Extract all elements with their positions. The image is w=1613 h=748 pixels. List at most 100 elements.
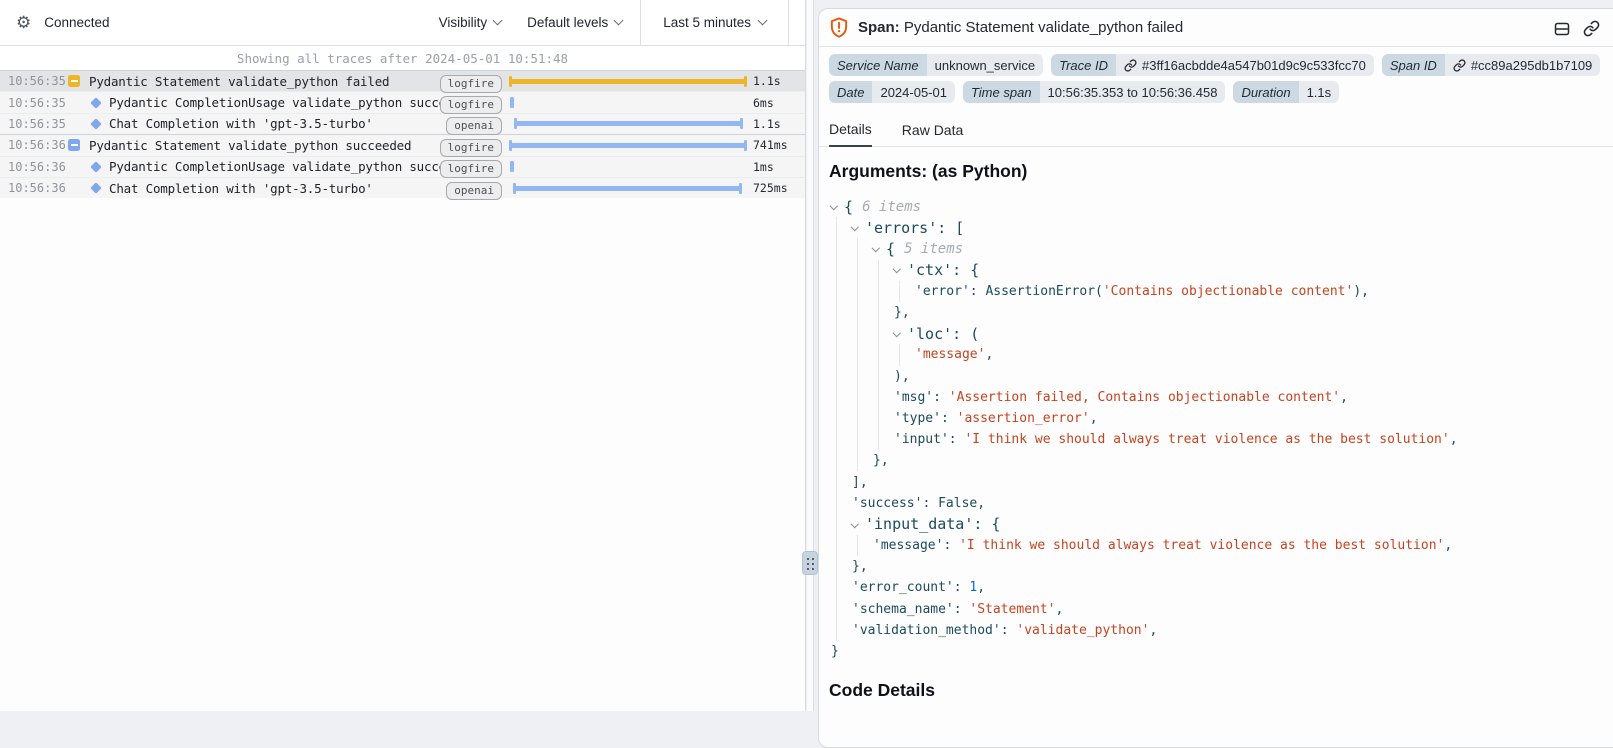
link-icon <box>1453 59 1466 72</box>
trace-row-tag: logfire <box>440 72 502 91</box>
trace-row-duration: 1ms <box>753 160 805 174</box>
expander-chevron-icon[interactable] <box>831 205 844 209</box>
arguments-heading: Arguments: (as Python) <box>829 161 1613 182</box>
copy-link-icon[interactable] <box>1583 20 1600 37</box>
code-line: 'input': 'I think we should always treat… <box>831 429 1613 450</box>
trace-row[interactable]: 10:56:36Chat Completion with 'gpt-3.5-tu… <box>0 177 805 198</box>
code-line: 'error': AssertionError('Contains object… <box>831 281 1613 302</box>
code-token: 6 items <box>862 199 921 215</box>
code-token: : <box>933 390 949 405</box>
indent-guide <box>836 556 852 577</box>
code-token: , <box>1444 538 1452 553</box>
badge-label: Service Name <box>829 54 927 76</box>
badge-label: Date <box>829 81 872 103</box>
code-line: 'loc': ( <box>831 323 1613 344</box>
code-token: : [ <box>937 219 964 237</box>
badge-span-id[interactable]: Span ID#cc89a295db1b7109 <box>1382 54 1600 76</box>
code-token: : AssertionError( <box>970 284 1103 299</box>
code-token: , <box>1090 411 1098 426</box>
indent-guide <box>857 408 873 429</box>
code-token: 'input' <box>894 432 949 447</box>
indent-guide <box>857 344 873 365</box>
code-token: : <box>954 580 970 595</box>
indent-guide <box>878 323 894 344</box>
default-levels-dropdown[interactable]: Default levels <box>527 15 622 30</box>
tag-pill: openai <box>446 117 502 135</box>
code-token: 'I think we should always treat violence… <box>959 538 1444 553</box>
span-diamond-icon <box>90 97 101 108</box>
badge-value-text: 1.1s <box>1307 85 1332 100</box>
indent-guide <box>836 323 852 344</box>
indent-guide <box>857 238 873 259</box>
badge-value: #cc89a295db1b7109 <box>1445 54 1600 76</box>
code-token: 'msg' <box>894 390 933 405</box>
code-line: 'message': 'I think we should always tre… <box>831 535 1613 556</box>
span-title: Span: Pydantic Statement validate_python… <box>858 19 1183 36</box>
badge-value: 1.1s <box>1299 81 1340 103</box>
badge-value-text: 2024-05-01 <box>880 85 947 100</box>
badge-trace-id[interactable]: Trace ID#3ff16acbdde4a547b01d9c9c533fcc7… <box>1051 54 1374 76</box>
code-token: : <box>922 496 938 511</box>
indent-guide <box>878 302 894 323</box>
tab-details[interactable]: Details <box>829 116 872 147</box>
tag-pill: logfire <box>440 139 502 157</box>
code-line: 'schema_name': 'Statement', <box>831 599 1613 620</box>
default-levels-label: Default levels <box>527 15 608 30</box>
collapse-minus-icon[interactable] <box>68 75 80 87</box>
indent-guide <box>857 450 873 471</box>
duration-bar <box>510 143 746 148</box>
code-token: 'Assertion failed, Contains objectionabl… <box>949 390 1340 405</box>
trace-row[interactable]: 10:56:36Pydantic CompletionUsage validat… <box>0 156 805 177</box>
code-token: 'ctx' <box>907 261 952 279</box>
traces-status-bar: Showing all traces after 2024-05-01 10:5… <box>0 46 805 70</box>
code-line: 'success': False, <box>831 493 1613 514</box>
code-token: 'input_data' <box>865 515 973 533</box>
code-token: : <box>1001 623 1017 638</box>
trace-row-timestamp: 10:56:36 <box>8 138 66 152</box>
code-line: 'error_count': 1, <box>831 577 1613 598</box>
trace-row-name: Pydantic CompletionUsage validate_python… <box>109 95 440 110</box>
code-token: }, <box>873 453 889 468</box>
indent-guide <box>857 429 873 450</box>
badge-value: #3ff16acbdde4a547b01d9c9c533fcc70 <box>1116 54 1374 76</box>
trace-row-name: Chat Completion with 'gpt-3.5-turbo' <box>109 181 373 196</box>
expander-chevron-icon[interactable] <box>894 332 907 336</box>
expander-chevron-icon[interactable] <box>852 523 865 527</box>
badge-value-text: #cc89a295db1b7109 <box>1471 58 1592 73</box>
trace-list: 10:56:35Pydantic Statement validate_pyth… <box>0 70 805 198</box>
code-token: 5 items <box>904 241 963 257</box>
badge-row: Service Nameunknown_serviceTrace ID#3ff1… <box>829 54 1613 76</box>
panel-layout-icon[interactable] <box>1554 21 1570 37</box>
trace-row[interactable]: 10:56:35Pydantic Statement validate_pyth… <box>0 70 805 91</box>
trace-row-name: Pydantic Statement validate_python succe… <box>89 138 411 153</box>
time-range-dropdown[interactable]: Last 5 minutes <box>640 0 789 46</box>
trace-row-duration: 1.1s <box>753 74 805 88</box>
gear-icon[interactable]: ⚙ <box>16 14 31 31</box>
expander-chevron-icon[interactable] <box>852 226 865 230</box>
tab-raw-data[interactable]: Raw Data <box>902 116 963 146</box>
trace-row[interactable]: 10:56:36 Pydantic Statement validate_pyth… <box>0 134 805 155</box>
trace-row-duration: 6ms <box>753 96 805 110</box>
visibility-dropdown[interactable]: Visibility <box>439 15 502 30</box>
code-token: { <box>886 240 904 258</box>
code-token: 'I think we should always treat violence… <box>964 432 1449 447</box>
expander-chevron-icon[interactable] <box>894 268 907 272</box>
indent-guide <box>836 620 852 641</box>
code-token: 'Contains objectionable content' <box>1103 284 1353 299</box>
indent-guide <box>836 217 852 238</box>
panel-resize-grip[interactable] <box>802 551 818 575</box>
code-line: 'errors': [ <box>831 217 1613 238</box>
indent-guide <box>857 387 873 408</box>
trace-row[interactable]: 10:56:35Chat Completion with 'gpt-3.5-tu… <box>0 113 805 134</box>
collapse-minus-icon[interactable] <box>68 139 80 151</box>
code-token: 'error' <box>915 284 970 299</box>
code-token: : <box>954 602 970 617</box>
indent-guide <box>836 599 852 620</box>
code-token: 'message' <box>915 347 985 362</box>
indent-guide <box>836 493 852 514</box>
trace-row-tag: openai <box>446 179 502 198</box>
span-diamond-icon <box>90 182 101 193</box>
trace-row[interactable]: 10:56:35Pydantic CompletionUsage validat… <box>0 91 805 112</box>
duration-bar <box>515 121 742 126</box>
expander-chevron-icon[interactable] <box>873 247 886 251</box>
